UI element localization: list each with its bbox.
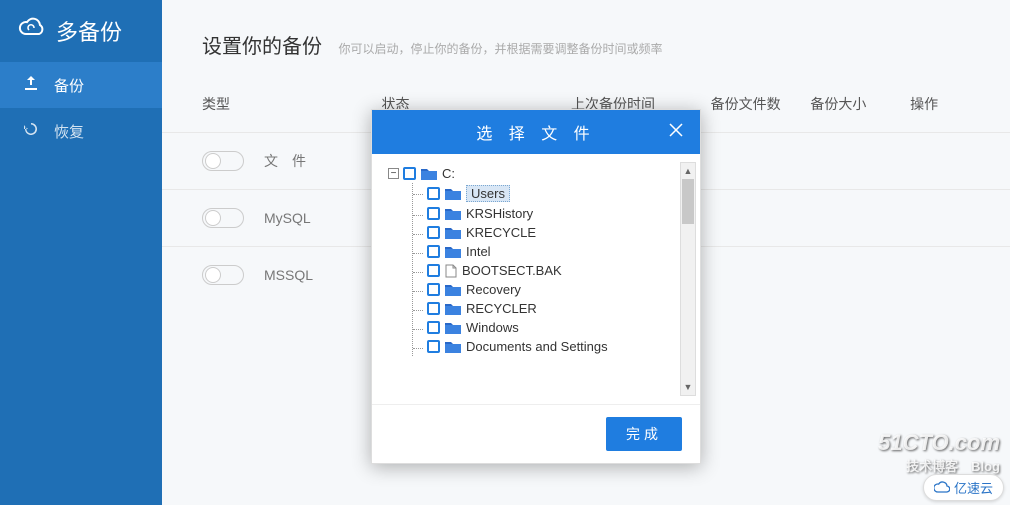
nav-backup-label: 备份 [54, 75, 84, 96]
tree-checkbox[interactable] [427, 321, 440, 334]
tree-node: Recovery [413, 280, 692, 299]
tree-node-label[interactable]: Users [466, 185, 510, 202]
tree-checkbox[interactable] [427, 245, 440, 258]
scroll-up-icon[interactable]: ▲ [681, 163, 695, 179]
tree-children: Users KRSHistory KRECYCLE Intel BOOTSECT.BAK… [412, 183, 692, 356]
tree-node: KRECYCLE [413, 223, 692, 242]
col-files: 备份文件数 [711, 94, 811, 114]
file-picker-modal: 选 择 文 件 − C: Users KRSHistory KRECYCLE Inte… [371, 109, 701, 464]
watermark: 51CTO.com 技术博客 Blog [878, 430, 1000, 475]
file-icon [445, 264, 457, 278]
brand-text: 多备份 [56, 15, 122, 47]
history-icon [22, 120, 40, 142]
tree-node-label[interactable]: Documents and Settings [466, 339, 608, 354]
toggle-mssql[interactable] [202, 265, 244, 285]
row-label-mssql: MSSQL [264, 267, 313, 283]
tree-checkbox[interactable] [403, 167, 416, 180]
modal-footer: 完成 [372, 404, 700, 463]
scroll-down-icon[interactable]: ▼ [681, 379, 695, 395]
page-subtitle: 你可以启动，停止你的备份，并根据需要调整备份时间或频率 [338, 42, 662, 56]
row-label-files: 文 件 [264, 151, 306, 171]
brand-logo: 多备份 [0, 0, 162, 62]
nav-restore[interactable]: 恢复 [0, 108, 162, 154]
folder-icon [445, 245, 461, 258]
tree-node-label[interactable]: BOOTSECT.BAK [462, 263, 562, 278]
tree-node-label[interactable]: RECYCLER [466, 301, 537, 316]
tree-node-label[interactable]: C: [442, 166, 455, 181]
tree-checkbox[interactable] [427, 302, 440, 315]
row-label-mysql: MySQL [264, 210, 311, 226]
file-tree: − C: Users KRSHistory KRECYCLE Intel BOOTSEC… [388, 164, 692, 356]
page-header: 设置你的备份 你可以启动，停止你的备份，并根据需要调整备份时间或频率 [162, 0, 1010, 84]
nav-backup[interactable]: 备份 [0, 62, 162, 108]
sidebar: 多备份 备份 恢复 [0, 0, 162, 505]
folder-icon [445, 187, 461, 200]
done-button[interactable]: 完成 [606, 417, 682, 451]
folder-icon [445, 283, 461, 296]
tree-node-label[interactable]: KRECYCLE [466, 225, 536, 240]
brand-badge: 亿速云 [923, 474, 1004, 501]
tree-node-label[interactable]: KRSHistory [466, 206, 533, 221]
scrollbar[interactable]: ▲ ▼ [680, 162, 696, 396]
col-type: 类型 [202, 94, 382, 114]
tree-checkbox[interactable] [427, 283, 440, 296]
tree-node-label[interactable]: Windows [466, 320, 519, 335]
folder-icon [445, 321, 461, 334]
close-icon[interactable] [666, 120, 686, 145]
tree-checkbox[interactable] [427, 340, 440, 353]
tree-node: Windows [413, 318, 692, 337]
watermark-line1: 51CTO.com [878, 430, 1000, 456]
tree-node: KRSHistory [413, 204, 692, 223]
tree-checkbox[interactable] [427, 226, 440, 239]
tree-checkbox[interactable] [427, 264, 440, 277]
modal-body: − C: Users KRSHistory KRECYCLE Intel BOOTSEC… [372, 154, 700, 404]
nav-restore-label: 恢复 [54, 121, 84, 142]
folder-icon [445, 340, 461, 353]
tree-checkbox[interactable] [427, 207, 440, 220]
tree-node-label[interactable]: Intel [466, 244, 491, 259]
toggle-files[interactable] [202, 151, 244, 171]
watermark-line2: 技术博客 Blog [878, 456, 1000, 475]
upload-icon [22, 74, 40, 96]
toggle-mysql[interactable] [202, 208, 244, 228]
modal-header: 选 择 文 件 [372, 110, 700, 154]
folder-icon [445, 226, 461, 239]
tree-node: Documents and Settings [413, 337, 692, 356]
col-size: 备份大小 [810, 94, 910, 114]
collapse-icon[interactable]: − [388, 168, 399, 179]
tree-node: Intel [413, 242, 692, 261]
folder-icon [445, 302, 461, 315]
tree-node: Users [413, 183, 692, 204]
cloud-icon [18, 17, 46, 45]
badge-text: 亿速云 [954, 478, 993, 497]
modal-title: 选 择 文 件 [476, 120, 595, 144]
folder-icon [445, 207, 461, 220]
tree-node: RECYCLER [413, 299, 692, 318]
tree-root-node: − C: [388, 164, 692, 183]
tree-node-label[interactable]: Recovery [466, 282, 521, 297]
page-title: 设置你的备份 [202, 30, 322, 59]
folder-icon [421, 167, 437, 180]
scroll-thumb[interactable] [682, 179, 694, 224]
tree-node: BOOTSECT.BAK [413, 261, 692, 280]
col-op: 操作 [910, 94, 970, 114]
tree-checkbox[interactable] [427, 187, 440, 200]
